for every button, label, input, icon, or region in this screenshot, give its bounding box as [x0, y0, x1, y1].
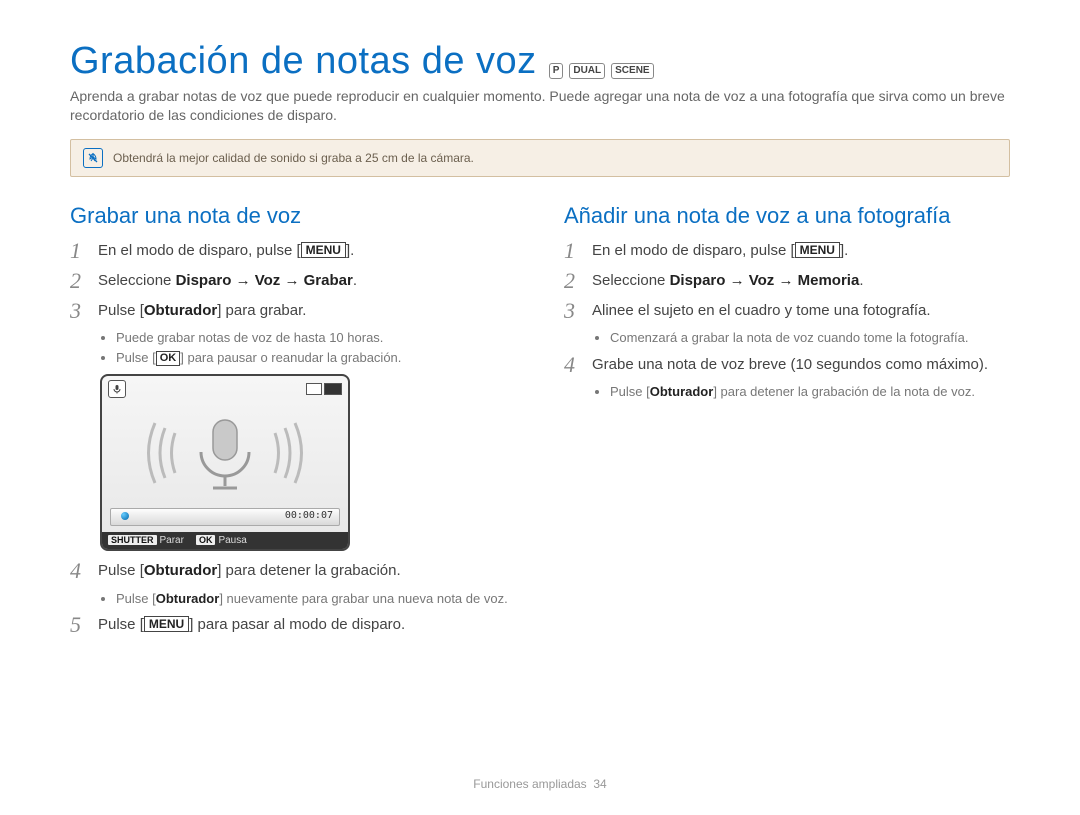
menu-button-icon: MENU [795, 242, 840, 258]
step-number: 2 [564, 269, 592, 293]
mode-p-icon: P [549, 63, 564, 79]
right-column: Añadir una nota de voz a una fotografía … [564, 203, 1010, 407]
camera-screen-illustration: 00:00:07 SHUTTERParar OKPausa [100, 374, 350, 551]
mode-dual-icon: DUAL [569, 63, 605, 79]
progress-indicator-icon [121, 512, 129, 520]
note-callout: Obtendrá la mejor calidad de sonido si g… [70, 139, 1010, 177]
step-body: En el modo de disparo, pulse [MENU]. [98, 239, 354, 261]
bullet: Pulse [OK] para pausar o reanudar la gra… [116, 349, 516, 367]
step-number: 1 [564, 239, 592, 263]
step-number: 3 [564, 299, 592, 323]
left-column: Grabar una nota de voz 1 En el modo de d… [70, 203, 516, 644]
elapsed-time: 00:00:07 [285, 510, 333, 521]
right-heading: Añadir una nota de voz a una fotografía [564, 203, 1010, 229]
note-text: Obtendrá la mejor calidad de sonido si g… [113, 151, 474, 165]
step-number: 2 [70, 269, 98, 293]
progress-bar: 00:00:07 [110, 508, 340, 526]
step-body: Seleccione Disparo → Voz → Memoria. [592, 269, 864, 291]
step-body: Alinee el sujeto en el cuadro y tome una… [592, 299, 931, 321]
step-number: 5 [70, 613, 98, 637]
step-body: Pulse [Obturador] para grabar. [98, 299, 306, 321]
step-body: Grabe una nota de voz breve (10 segundos… [592, 353, 988, 375]
ok-label: Pausa [218, 535, 246, 546]
shutter-key-icon: SHUTTER [108, 535, 157, 545]
ok-key-icon: OK [196, 535, 216, 545]
menu-button-icon: MENU [144, 616, 189, 632]
memory-card-icon [306, 383, 322, 395]
bullet: Puede grabar notas de voz de hasta 10 ho… [116, 329, 516, 347]
status-icons [306, 380, 342, 398]
page-footer: Funciones ampliadas 34 [0, 777, 1080, 791]
step-body: Seleccione Disparo → Voz → Grabar. [98, 269, 357, 291]
mode-icons: P DUAL SCENE [549, 63, 654, 79]
bullet: Pulse [Obturador] para detener la grabac… [610, 383, 1010, 401]
intro-text: Aprenda a grabar notas de voz que puede … [70, 87, 1010, 125]
step-number: 4 [70, 559, 98, 583]
step-number: 1 [70, 239, 98, 263]
step-number: 3 [70, 299, 98, 323]
step-body: En el modo de disparo, pulse [MENU]. [592, 239, 848, 261]
mic-graphic [102, 398, 348, 508]
mic-indicator-icon [108, 380, 126, 398]
shutter-label: Parar [160, 535, 184, 546]
left-heading: Grabar una nota de voz [70, 203, 516, 229]
ok-button-icon: OK [156, 351, 181, 366]
note-icon [83, 148, 103, 168]
bullet: Pulse [Obturador] nuevamente para grabar… [116, 590, 516, 608]
battery-icon [324, 383, 342, 395]
bullet: Comenzará a grabar la nota de voz cuando… [610, 329, 1010, 347]
menu-button-icon: MENU [301, 242, 346, 258]
step-body: Pulse [MENU] para pasar al modo de dispa… [98, 613, 405, 635]
page-title: Grabación de notas de voz [70, 40, 537, 83]
step-body: Pulse [Obturador] para detener la grabac… [98, 559, 401, 581]
mode-scene-icon: SCENE [611, 63, 653, 79]
step-number: 4 [564, 353, 592, 377]
